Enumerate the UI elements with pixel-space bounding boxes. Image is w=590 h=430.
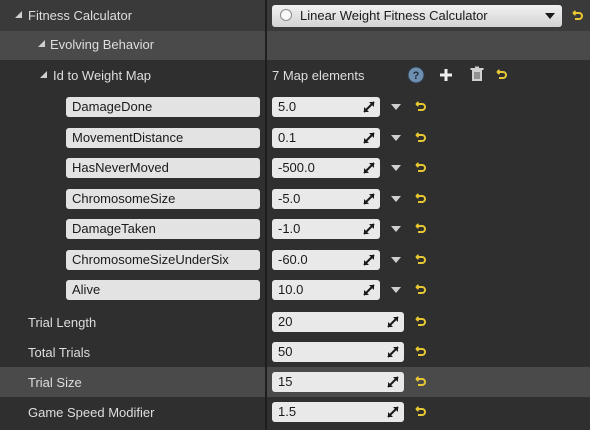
collapse-arrow-icon[interactable] xyxy=(15,11,22,18)
element-options-chevron-icon[interactable] xyxy=(391,287,401,293)
fitness-calculator-dropdown[interactable]: Linear Weight Fitness Calculator xyxy=(272,5,562,27)
reset-to-default-icon[interactable] xyxy=(414,406,426,418)
collapse-arrow-icon[interactable] xyxy=(40,71,47,78)
drag-resize-icon[interactable] xyxy=(387,316,399,328)
map-value-text: -60.0 xyxy=(278,252,308,267)
reset-to-default-icon[interactable] xyxy=(414,193,426,205)
element-options-chevron-icon[interactable] xyxy=(391,226,401,232)
drag-resize-icon[interactable] xyxy=(363,162,375,174)
map-key-field[interactable]: HasNeverMoved xyxy=(66,158,260,178)
reset-to-default-icon[interactable] xyxy=(414,346,426,358)
reset-to-default-icon[interactable] xyxy=(495,69,507,81)
element-options-chevron-icon[interactable] xyxy=(391,104,401,110)
property-value-text: 15 xyxy=(278,374,293,389)
map-value-text: -5.0 xyxy=(278,191,301,206)
map-value-text: 5.0 xyxy=(278,99,297,114)
map-value-field[interactable]: -500.0 xyxy=(272,158,380,178)
drag-resize-icon[interactable] xyxy=(387,376,399,388)
chevron-down-icon xyxy=(545,13,555,19)
reset-to-default-icon[interactable] xyxy=(414,316,426,328)
property-value-field[interactable]: 15 xyxy=(272,372,404,392)
map-value-field[interactable]: -60.0 xyxy=(272,250,380,270)
map-value-field[interactable]: -1.0 xyxy=(272,219,380,239)
fitness-calculator-value: Linear Weight Fitness Calculator xyxy=(300,8,488,23)
map-value-field[interactable]: -5.0 xyxy=(272,189,380,209)
weight-map-label: Id to Weight Map xyxy=(53,68,152,83)
property-value-field[interactable]: 20 xyxy=(272,312,404,332)
reset-to-default-icon[interactable] xyxy=(571,10,583,22)
property-value-field[interactable]: 1.5 xyxy=(272,402,404,422)
map-key-field[interactable]: ChromosomeSize xyxy=(66,189,260,209)
map-value-text: -500.0 xyxy=(278,160,315,175)
property-label: Game Speed Modifier xyxy=(28,405,155,420)
property-label: Trial Size xyxy=(28,375,82,390)
property-value-text: 1.5 xyxy=(278,404,297,419)
element-options-chevron-icon[interactable] xyxy=(391,135,401,141)
map-value-field[interactable]: 0.1 xyxy=(272,128,380,148)
map-value-text: 0.1 xyxy=(278,130,297,145)
element-options-chevron-icon[interactable] xyxy=(391,196,401,202)
collapse-arrow-icon[interactable] xyxy=(38,40,45,47)
drag-resize-icon[interactable] xyxy=(387,406,399,418)
evolving-behavior-label: Evolving Behavior xyxy=(50,37,155,52)
reset-to-default-icon[interactable] xyxy=(414,376,426,388)
map-value-field[interactable]: 10.0 xyxy=(272,280,380,300)
drag-resize-icon[interactable] xyxy=(363,101,375,113)
reset-to-default-icon[interactable] xyxy=(414,284,426,296)
column-divider xyxy=(265,0,267,430)
reset-to-default-icon[interactable] xyxy=(414,162,426,174)
property-value-text: 20 xyxy=(278,314,293,329)
map-key-field[interactable]: DamageTaken xyxy=(66,219,260,239)
map-key-field[interactable]: Alive xyxy=(66,280,260,300)
property-label: Total Trials xyxy=(28,345,91,360)
map-value-text: -1.0 xyxy=(278,221,301,236)
trash-icon[interactable] xyxy=(469,66,485,83)
element-options-chevron-icon[interactable] xyxy=(391,165,401,171)
map-key-field[interactable]: MovementDistance xyxy=(66,128,260,148)
fitness-calculator-label: Fitness Calculator xyxy=(28,8,133,23)
drag-resize-icon[interactable] xyxy=(363,254,375,266)
reset-to-default-icon[interactable] xyxy=(414,101,426,113)
map-element-count: 7 Map elements xyxy=(272,68,365,83)
map-key-field[interactable]: DamageDone xyxy=(66,97,260,117)
reset-to-default-icon[interactable] xyxy=(414,254,426,266)
help-icon[interactable]: ? xyxy=(407,66,425,84)
svg-text:?: ? xyxy=(413,70,420,82)
reset-to-default-icon[interactable] xyxy=(414,132,426,144)
drag-resize-icon[interactable] xyxy=(363,223,375,235)
drag-resize-icon[interactable] xyxy=(363,284,375,296)
property-label: Trial Length xyxy=(28,315,97,330)
map-value-field[interactable]: 5.0 xyxy=(272,97,380,117)
drag-resize-icon[interactable] xyxy=(363,132,375,144)
property-value-field[interactable]: 50 xyxy=(272,342,404,362)
add-element-icon[interactable] xyxy=(438,67,454,83)
property-value-text: 50 xyxy=(278,344,293,359)
map-key-field[interactable]: ChromosomeSizeUnderSix xyxy=(66,250,260,270)
element-options-chevron-icon[interactable] xyxy=(391,257,401,263)
map-value-text: 10.0 xyxy=(278,282,304,297)
drag-resize-icon[interactable] xyxy=(363,193,375,205)
reset-to-default-icon[interactable] xyxy=(414,223,426,235)
class-circle-icon xyxy=(280,9,292,21)
drag-resize-icon[interactable] xyxy=(387,346,399,358)
